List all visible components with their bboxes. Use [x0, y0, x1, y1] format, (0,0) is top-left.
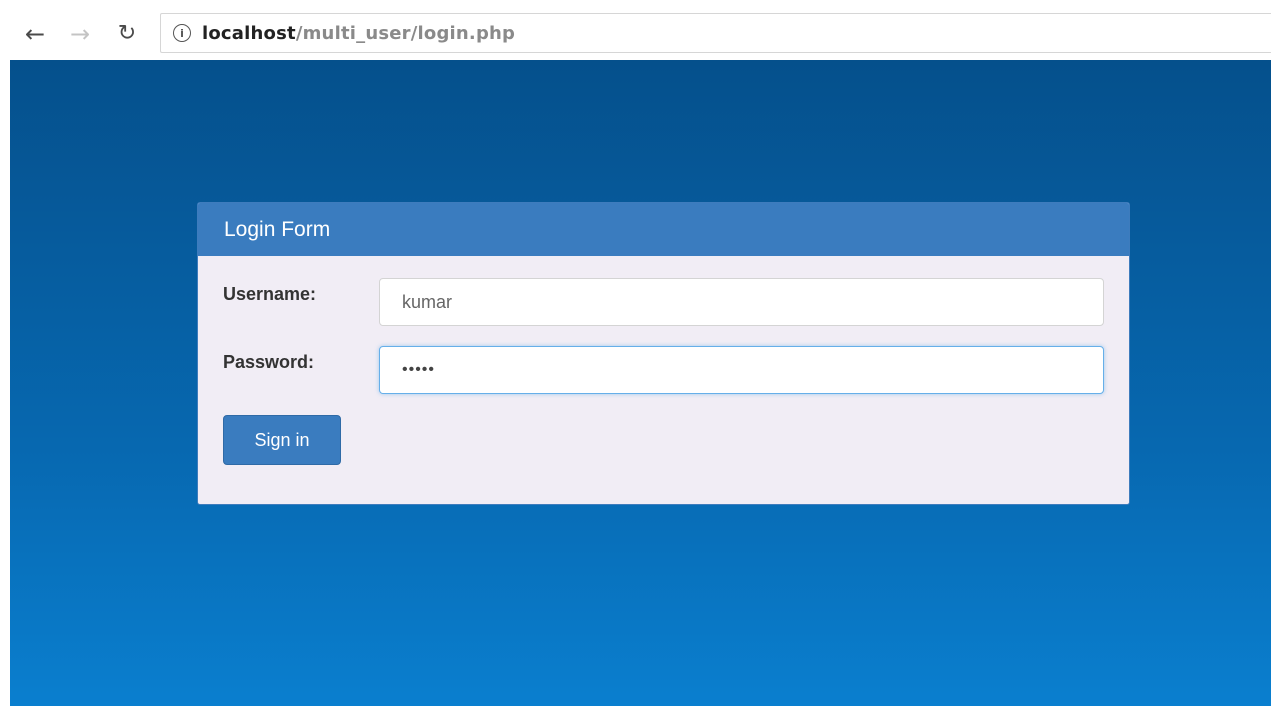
url-path: /multi_user/login.php	[295, 22, 516, 44]
back-arrow-icon[interactable]: ←	[23, 22, 47, 46]
sign-in-button[interactable]: Sign in	[223, 415, 341, 465]
password-input[interactable]: •••••	[379, 346, 1104, 394]
info-icon[interactable]: i	[173, 24, 191, 42]
address-bar[interactable]: i localhost/multi_user/login.php	[160, 13, 1271, 53]
reload-icon[interactable]: ↻	[115, 22, 139, 46]
username-label: Username:	[223, 284, 317, 304]
panel-heading: Login Form	[198, 203, 1129, 256]
url-host: localhost	[202, 22, 296, 44]
username-input[interactable]: kumar	[379, 278, 1104, 326]
forward-arrow-icon[interactable]: →	[68, 22, 92, 46]
url-text: localhost/multi_user/login.php	[202, 23, 515, 44]
password-label: Password:	[223, 352, 315, 372]
login-panel: Login Form Username: kumar Password: •••…	[197, 202, 1130, 505]
browser-toolbar: ← → ↻ i localhost/multi_user/login.php	[0, 0, 1271, 60]
page-viewport: Login Form Username: kumar Password: •••…	[10, 60, 1271, 706]
